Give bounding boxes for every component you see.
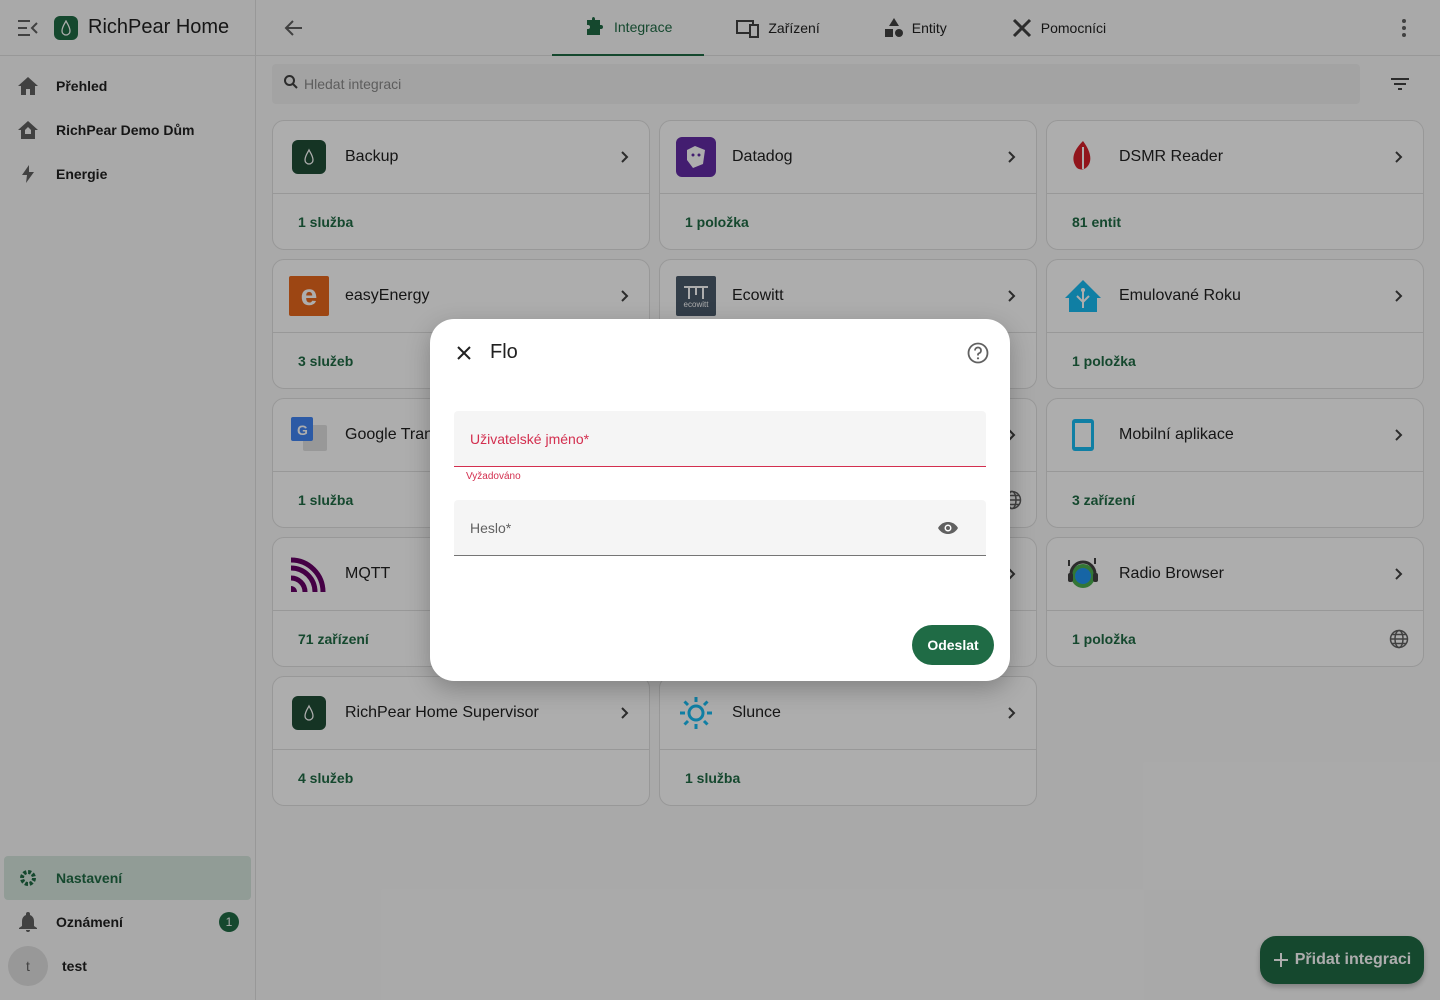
username-field[interactable]: Uživatelské jméno* — [454, 411, 986, 467]
show-password-eye-icon[interactable] — [936, 516, 960, 540]
username-error-text: Vyžadováno — [466, 471, 521, 482]
close-icon[interactable] — [452, 341, 476, 365]
dialog-title: Flo — [490, 341, 518, 363]
password-field[interactable]: Heslo* — [454, 500, 986, 556]
password-input[interactable] — [470, 526, 910, 542]
help-icon[interactable] — [966, 341, 990, 365]
submit-button[interactable]: Odeslat — [912, 625, 994, 665]
config-flow-dialog: Flo Uživatelské jméno* Vyžadováno Heslo*… — [430, 319, 1010, 681]
username-input[interactable] — [470, 437, 910, 453]
